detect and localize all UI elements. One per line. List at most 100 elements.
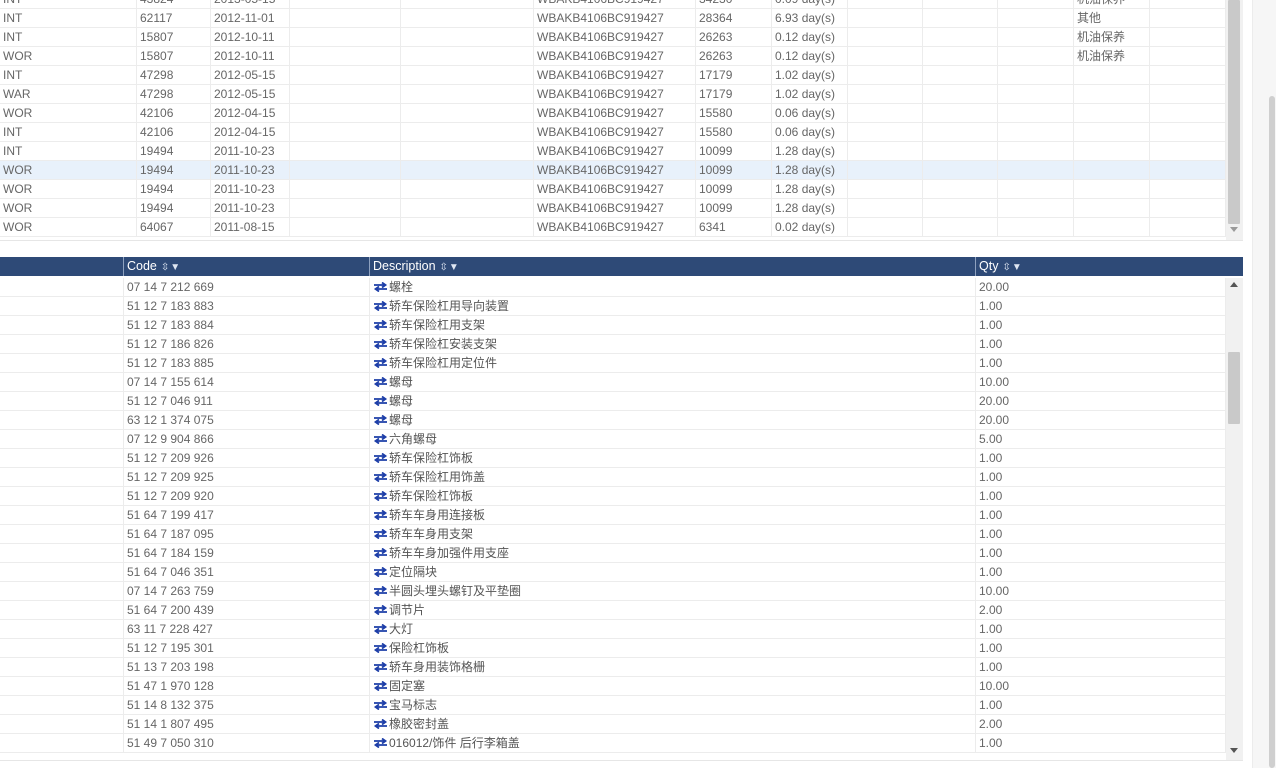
table-row[interactable]: 51 12 7 183 885 轿车保险杠用定位件 1.00 <box>0 354 1226 373</box>
scroll-up-arrow-icon[interactable] <box>1230 282 1238 287</box>
page-scrollbar[interactable] <box>1252 0 1276 768</box>
header-qty[interactable]: Qty ⇳▼ <box>976 257 1243 276</box>
exchange-arrows-icon[interactable] <box>373 567 388 577</box>
table-row[interactable]: 51 64 7 046 351 定位隔块 1.00 <box>0 563 1226 582</box>
table-row[interactable]: INT 19494 2011-10-23 WBAKB4106BC919427 10099… <box>0 142 1226 161</box>
table-row[interactable]: 51 13 7 203 198 轿车身用装饰格栅 1.00 <box>0 658 1226 677</box>
part-code: 51 64 7 046 351 <box>124 563 370 582</box>
exchange-arrows-icon[interactable] <box>373 434 388 444</box>
sort-filter-icon[interactable]: ⇳▼ <box>161 258 181 277</box>
table-row[interactable]: WOR 15807 2012-10-11 WBAKB4106BC919427 26263… <box>0 47 1226 66</box>
blank-cell <box>0 582 124 601</box>
exchange-arrows-icon[interactable] <box>373 548 388 558</box>
table-row[interactable]: WOR 19494 2011-10-23 WBAKB4106BC919427 10099… <box>0 199 1226 218</box>
sort-filter-icon[interactable]: ⇳▼ <box>1002 258 1022 277</box>
parts-table-scrollbar[interactable] <box>1226 278 1243 760</box>
table-row[interactable]: 51 64 7 184 159 轿车车身加强件用支座 1.00 <box>0 544 1226 563</box>
table-row[interactable]: INT 62117 2012-11-01 WBAKB4106BC919427 28364… <box>0 9 1226 28</box>
table-row[interactable]: INT438242013-05-15 WBAKB4106BC91942734230… <box>0 0 1226 9</box>
exchange-arrows-icon[interactable] <box>373 358 388 368</box>
part-code: 51 13 7 203 198 <box>124 658 370 677</box>
table-row[interactable]: INT 47298 2012-05-15 WBAKB4106BC919427 17179… <box>0 66 1226 85</box>
table-row[interactable]: 63 12 1 374 075 螺母 20.00 <box>0 411 1226 430</box>
table-row[interactable]: WOR 19494 2011-10-23 WBAKB4106BC919427 10099… <box>0 180 1226 199</box>
exchange-arrows-icon[interactable] <box>373 586 388 596</box>
exchange-arrows-icon[interactable] <box>373 282 388 292</box>
table-row[interactable]: 51 47 1 970 128 固定塞 10.00 <box>0 677 1226 696</box>
blank-cell <box>0 563 124 582</box>
table-row[interactable]: 07 14 7 263 759 半圆头埋头螺钉及平垫圈 10.00 <box>0 582 1226 601</box>
table-row[interactable]: 51 12 7 186 826 轿车保险杠安装支架 1.00 <box>0 335 1226 354</box>
table-row[interactable]: 51 12 7 209 925 轿车保险杠用饰盖 1.00 <box>0 468 1226 487</box>
table-cell: 0.02 day(s) <box>772 218 848 237</box>
table-row[interactable]: INT 15807 2012-10-11 WBAKB4106BC919427 26263… <box>0 28 1226 47</box>
scroll-down-arrow-icon[interactable] <box>1230 748 1238 753</box>
exchange-arrows-icon[interactable] <box>373 472 388 482</box>
part-description: 轿车保险杠安装支架 <box>370 335 976 354</box>
exchange-arrows-icon[interactable] <box>373 301 388 311</box>
table-row[interactable]: 07 12 9 904 866 六角螺母 5.00 <box>0 430 1226 449</box>
table-cell: 0.12 day(s) <box>772 47 848 66</box>
table-cell <box>401 28 534 47</box>
exchange-arrows-icon[interactable] <box>373 453 388 463</box>
header-code[interactable]: Code ⇳▼ <box>124 257 370 276</box>
table-row[interactable]: 51 12 7 209 920 轿车保险杠饰板 1.00 <box>0 487 1226 506</box>
parts-table-scroll-thumb[interactable] <box>1228 352 1240 424</box>
table-row[interactable]: 51 64 7 200 439 调节片 2.00 <box>0 601 1226 620</box>
table-cell: 26263 <box>696 28 772 47</box>
table-cell <box>848 123 923 142</box>
exchange-arrows-icon[interactable] <box>373 700 388 710</box>
exchange-arrows-icon[interactable] <box>373 605 388 615</box>
exchange-arrows-icon[interactable] <box>373 491 388 501</box>
page-scroll-thumb[interactable] <box>1269 96 1275 768</box>
table-cell: 0.06 day(s) <box>772 123 848 142</box>
table-row[interactable]: 07 14 7 155 614 螺母 10.00 <box>0 373 1226 392</box>
sort-filter-icon[interactable]: ⇳▼ <box>440 258 460 277</box>
exchange-arrows-icon[interactable] <box>373 377 388 387</box>
table-row[interactable]: WOR 64067 2011-08-15 WBAKB4106BC919427 6341 0… <box>0 218 1226 237</box>
exchange-arrows-icon[interactable] <box>373 415 388 425</box>
part-description-text: 轿车保险杠安装支架 <box>389 337 498 351</box>
exchange-arrows-icon[interactable] <box>373 738 388 748</box>
part-description: 螺母 <box>370 411 976 430</box>
table-row[interactable]: 51 12 7 183 884 轿车保险杠用支架 1.00 <box>0 316 1226 335</box>
table-row[interactable]: 63 11 7 228 427 大灯 1.00 <box>0 620 1226 639</box>
table-row[interactable]: 51 64 7 199 417 轿车车身用连接板 1.00 <box>0 506 1226 525</box>
table-row[interactable]: 07 14 7 212 669 螺栓 20.00 <box>0 278 1226 297</box>
header-description[interactable]: Description ⇳▼ <box>370 257 976 276</box>
exchange-arrows-icon[interactable] <box>373 719 388 729</box>
exchange-arrows-icon[interactable] <box>373 339 388 349</box>
table-cell <box>290 85 401 104</box>
table-row[interactable]: WAR 47298 2012-05-15 WBAKB4106BC919427 17179… <box>0 85 1226 104</box>
table-row[interactable]: 51 14 1 807 495 橡胶密封盖 2.00 <box>0 715 1226 734</box>
table-row[interactable]: 51 12 7 046 911 螺母 20.00 <box>0 392 1226 411</box>
table-cell: 17179 <box>696 85 772 104</box>
table-row[interactable]: 51 12 7 209 926 轿车保险杠饰板 1.00 <box>0 449 1226 468</box>
table-row[interactable]: WOR 19494 2011-10-23 WBAKB4106BC919427 10099… <box>0 161 1226 180</box>
scroll-down-arrow-icon[interactable] <box>1230 227 1238 232</box>
exchange-arrows-icon[interactable] <box>373 396 388 406</box>
top-table-scroll-thumb[interactable] <box>1228 0 1240 224</box>
table-cell: 1.28 day(s) <box>772 199 848 218</box>
part-description: 半圆头埋头螺钉及平垫圈 <box>370 582 976 601</box>
table-row[interactable]: 51 12 7 183 883 轿车保险杠用导向装置 1.00 <box>0 297 1226 316</box>
table-row[interactable]: 51 64 7 187 095 轿车车身用支架 1.00 <box>0 525 1226 544</box>
part-description-text: 轿车保险杠用定位件 <box>389 356 498 370</box>
exchange-arrows-icon[interactable] <box>373 529 388 539</box>
table-row[interactable]: 51 14 8 132 375 宝马标志 1.00 <box>0 696 1226 715</box>
exchange-arrows-icon[interactable] <box>373 510 388 520</box>
table-row[interactable]: WOR 42106 2012-04-15 WBAKB4106BC919427 15580… <box>0 104 1226 123</box>
top-table-scrollbar[interactable] <box>1226 0 1243 240</box>
exchange-arrows-icon[interactable] <box>373 681 388 691</box>
table-row[interactable]: 51 49 7 050 310 016012/饰件 后行李箱盖 1.00 <box>0 734 1226 753</box>
exchange-arrows-icon[interactable] <box>373 662 388 672</box>
blank-cell <box>0 468 124 487</box>
exchange-arrows-icon[interactable] <box>373 624 388 634</box>
part-description: 轿车车身用连接板 <box>370 506 976 525</box>
table-row[interactable]: INT 42106 2012-04-15 WBAKB4106BC919427 15580… <box>0 123 1226 142</box>
exchange-arrows-icon[interactable] <box>373 643 388 653</box>
table-row[interactable]: 51 12 7 195 301 保险杠饰板 1.00 <box>0 639 1226 658</box>
table-cell <box>401 199 534 218</box>
exchange-arrows-icon[interactable] <box>373 320 388 330</box>
table-cell <box>290 199 401 218</box>
